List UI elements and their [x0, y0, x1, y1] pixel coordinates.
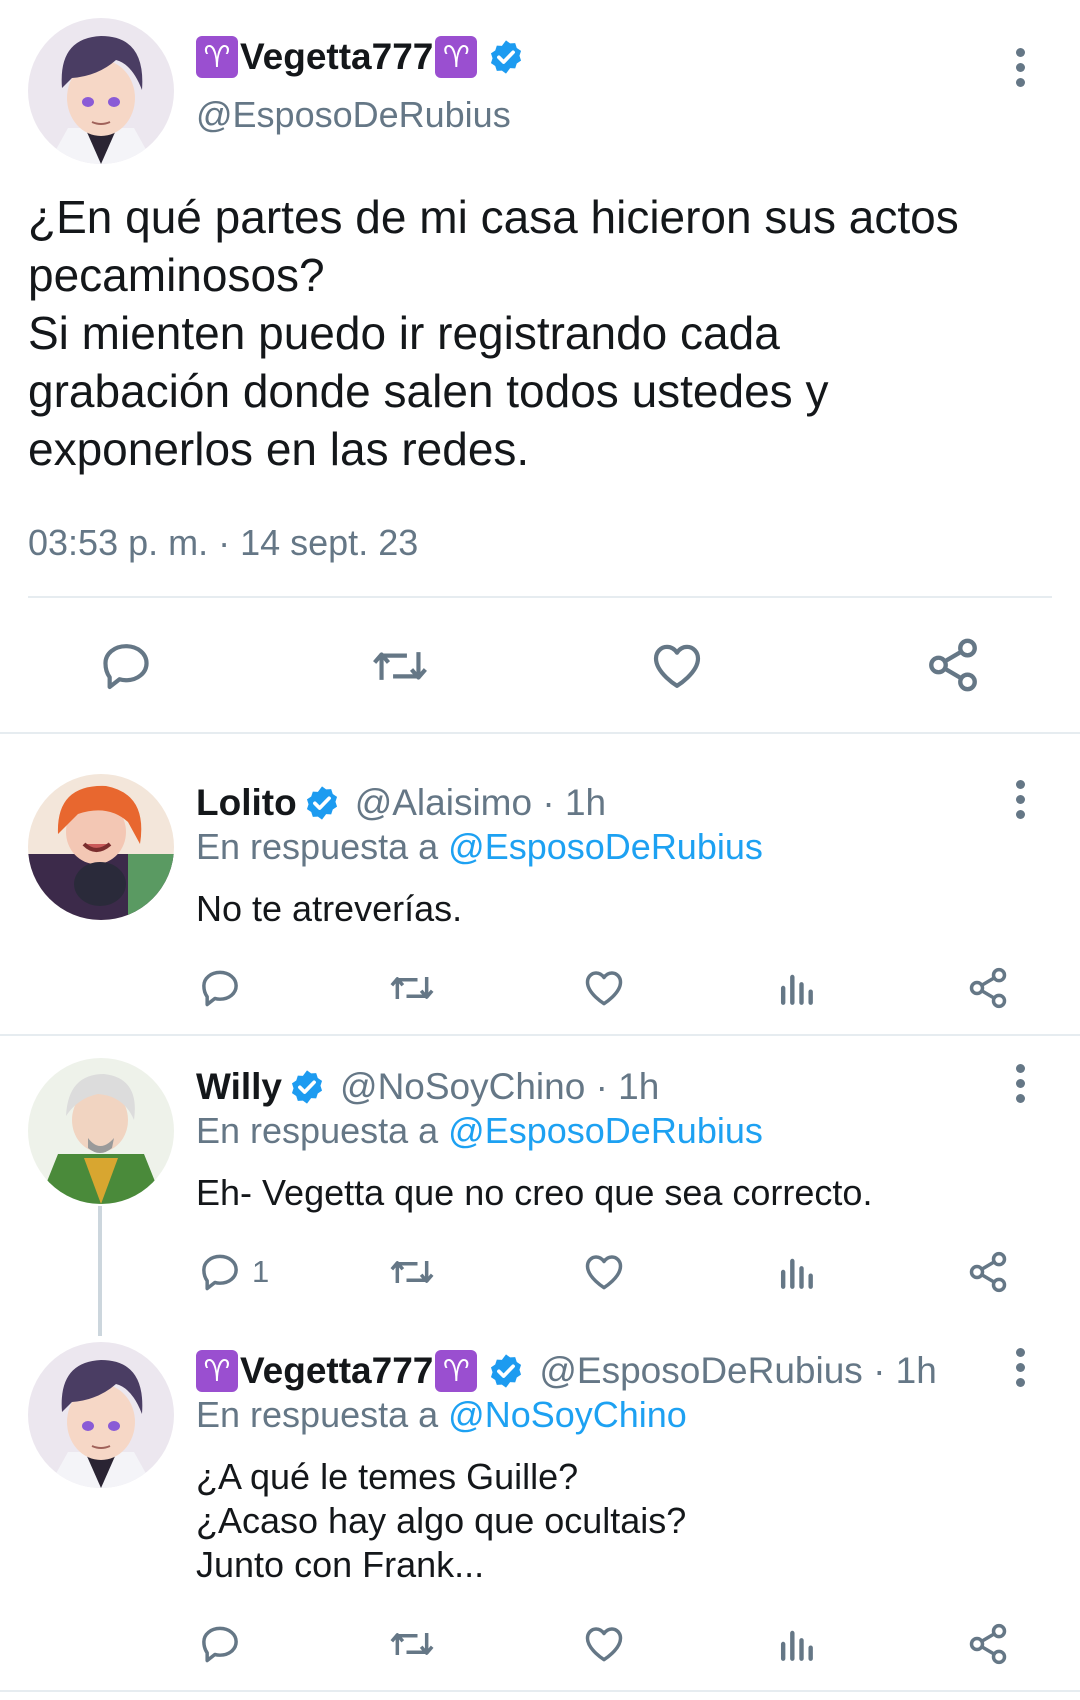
reply-context-prefix: En respuesta a — [196, 1110, 449, 1151]
reply-count: 1 — [252, 1254, 270, 1289]
tweet-timestamp[interactable]: 03:53 p. m. · 14 sept. 23 — [28, 522, 418, 564]
verified-badge-icon — [487, 1352, 525, 1390]
like-icon[interactable] — [582, 1250, 626, 1294]
reply-context: En respuesta a @EsposoDeRubius — [196, 826, 763, 868]
avatar-vegetta[interactable] — [28, 1342, 174, 1488]
reply-author-row: Lolito @Alaisimo · 1h — [196, 780, 606, 826]
reply-text-line: No te atreverías. — [196, 888, 463, 929]
analytics-icon[interactable] — [776, 1622, 816, 1666]
avatar-vegetta[interactable] — [28, 18, 174, 164]
more-options-icon[interactable] — [1014, 1348, 1026, 1393]
verified-badge-icon — [303, 784, 341, 822]
share-icon[interactable] — [924, 636, 982, 694]
reply-context-prefix: En respuesta a — [196, 1394, 449, 1435]
retweet-icon[interactable] — [388, 1250, 436, 1294]
avatar-lolito[interactable] — [28, 774, 174, 920]
tweet-text-line: exponerlos en las redes. — [28, 423, 530, 475]
aries-emoji: ♈ — [196, 36, 238, 78]
aries-emoji: ♈ — [196, 1350, 238, 1392]
divider — [0, 732, 1080, 734]
avatar-willy[interactable] — [28, 1058, 174, 1204]
reply-context-mention[interactable]: @EsposoDeRubius — [448, 826, 763, 867]
author-handle[interactable]: @EsposoDeRubius — [196, 94, 511, 136]
divider — [28, 596, 1052, 598]
more-options-icon[interactable] — [1014, 1064, 1026, 1109]
thread-connector-line — [98, 1206, 102, 1336]
reply-handle-time[interactable]: @Alaisimo · 1h — [355, 782, 606, 824]
reply-context: En respuesta a @NoSoyChino — [196, 1394, 687, 1436]
retweet-icon[interactable] — [388, 966, 436, 1010]
reply-context: En respuesta a @EsposoDeRubius — [196, 1110, 763, 1152]
reply-author-row: Willy @NoSoyChino · 1h — [196, 1064, 659, 1110]
reply-display-name[interactable]: Lolito — [196, 782, 297, 824]
like-icon[interactable] — [582, 1622, 626, 1666]
aries-emoji: ♈ — [435, 36, 478, 78]
divider — [0, 1690, 1080, 1692]
reply-context-mention[interactable]: @NoSoyChino — [448, 1394, 687, 1435]
analytics-icon[interactable] — [776, 966, 816, 1010]
like-icon[interactable] — [582, 966, 626, 1010]
tweet-text-line: Si mienten puedo ir registrando cada — [28, 307, 780, 359]
tweet-text-line: pecaminosos? — [28, 249, 325, 301]
reply-author-row: ♈ Vegetta777 ♈ @EsposoDeRubius · 1h — [196, 1348, 937, 1394]
main-tweet-author-row: ♈ Vegetta777 ♈ — [196, 34, 525, 80]
retweet-icon[interactable] — [370, 638, 430, 694]
reply-icon[interactable] — [198, 1622, 242, 1666]
reply-text-line: Eh- Vegetta que no creo que sea correcto… — [196, 1172, 873, 1213]
more-options-icon[interactable] — [1014, 48, 1026, 93]
reply-display-name[interactable]: Willy — [196, 1066, 282, 1108]
like-icon[interactable] — [648, 638, 706, 694]
reply-icon[interactable] — [198, 966, 242, 1010]
reply-text-line: ¿A qué le temes Guille? — [196, 1456, 579, 1497]
reply-handle-time[interactable]: @NoSoyChino · 1h — [340, 1066, 659, 1108]
reply-icon[interactable] — [198, 1250, 242, 1294]
reply-text-line: ¿Acaso hay algo que ocultais? — [196, 1500, 687, 1541]
retweet-icon[interactable] — [388, 1622, 436, 1666]
divider — [0, 1034, 1080, 1036]
verified-badge-icon — [487, 38, 525, 76]
reply-text-line: Junto con Frank... — [196, 1544, 485, 1585]
share-icon[interactable] — [966, 966, 1010, 1010]
reply-display-name[interactable]: Vegetta777 — [240, 1350, 433, 1392]
tweet-text-line: grabación donde salen todos ustedes y — [28, 365, 829, 417]
share-icon[interactable] — [966, 1250, 1010, 1294]
reply-context-prefix: En respuesta a — [196, 826, 449, 867]
author-display-name[interactable]: Vegetta777 — [240, 36, 433, 78]
tweet-text-line: ¿En qué partes de mi casa hicieron sus a… — [28, 191, 959, 243]
reply-handle-time[interactable]: @EsposoDeRubius · 1h — [539, 1350, 936, 1392]
aries-emoji: ♈ — [435, 1350, 478, 1392]
reply-icon[interactable] — [98, 638, 154, 694]
verified-badge-icon — [288, 1068, 326, 1106]
share-icon[interactable] — [966, 1622, 1010, 1666]
analytics-icon[interactable] — [776, 1250, 816, 1294]
more-options-icon[interactable] — [1014, 780, 1026, 825]
reply-context-mention[interactable]: @EsposoDeRubius — [448, 1110, 763, 1151]
